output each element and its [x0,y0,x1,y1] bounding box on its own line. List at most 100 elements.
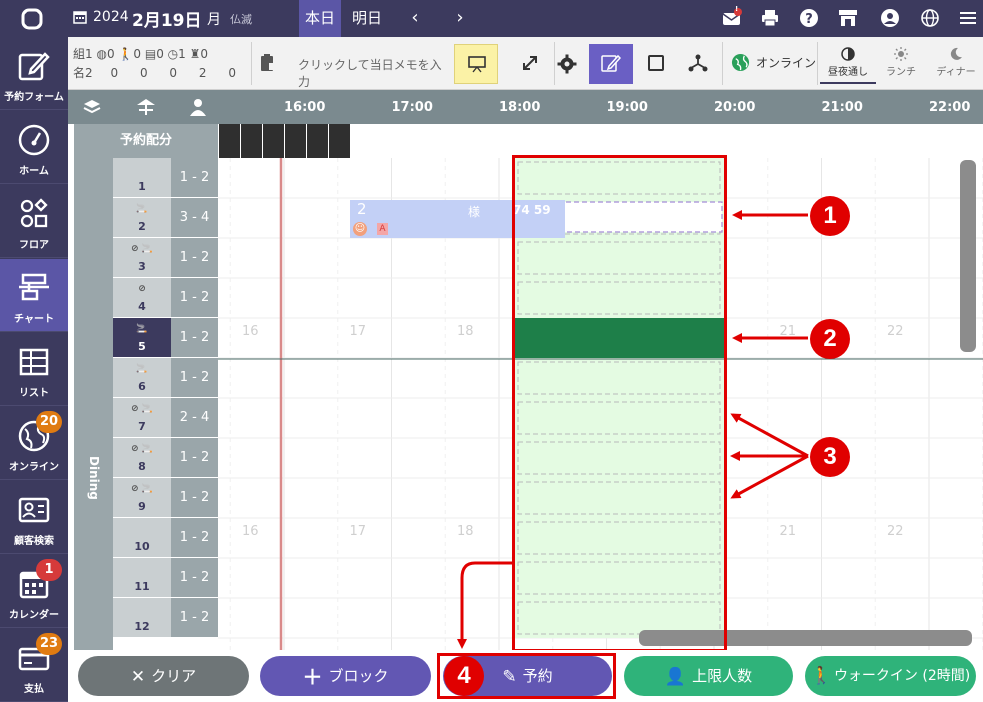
edit-icon [18,52,50,81]
merge-fork-icon [688,54,708,72]
table-column-button[interactable] [118,90,173,124]
vertical-scrollbar[interactable] [960,160,976,352]
mode-lunch[interactable]: ランチ [873,44,929,84]
selection-highlight-frame [512,155,727,652]
person-icon [190,99,206,116]
table-name-cell[interactable]: 12 [113,598,171,638]
section-label: Dining [87,456,101,500]
next-day-chevron-icon[interactable]: › [452,9,468,27]
close-x-icon: ✕ [130,666,146,687]
person-column-button[interactable] [173,90,223,124]
gauge-icon [18,124,50,156]
date-weekday: 月 [207,12,221,28]
sidebar-item-list[interactable]: リスト [0,333,68,406]
table-name-cell[interactable]: 11 [113,558,171,598]
hour-label: 19:00 [606,100,648,115]
allocation-slot-closed[interactable] [241,124,262,158]
table-number: 9 [138,500,146,513]
block-button[interactable]: ＋ ブロック [260,656,431,696]
user-account-icon[interactable] [880,8,900,28]
date-rokuyo: 仏滅 [230,13,252,26]
help-icon[interactable]: ? [799,8,819,28]
store-icon[interactable] [838,8,858,28]
customer-card-icon [18,497,50,523]
chart-bars-icon [19,273,49,301]
layers-icon [83,100,101,114]
layers-column-button[interactable] [68,90,118,124]
sidebar-item-label: リスト [19,388,49,399]
gear-icon [557,54,577,74]
allocation-slot-closed[interactable] [285,124,306,158]
sidebar-item-chart[interactable]: チャート [0,259,68,332]
table-name-cell[interactable]: ⊘ 4 [113,278,171,318]
date-year[interactable]: 2024 [93,9,129,25]
allocation-row: 予約配分 [68,124,983,158]
clear-label: クリア [151,667,197,685]
clear-button[interactable]: ✕ クリア [78,656,249,696]
app-logo-icon[interactable] [18,5,46,33]
allocation-slot-closed[interactable] [219,124,240,158]
expand-arrows-icon [523,56,537,70]
table-capacity: 1 - 2 [171,438,218,478]
capacity-limit-button[interactable]: 👤 上限人数 [624,656,793,696]
table-name-cell[interactable]: 🚬 6 [113,358,171,398]
table-attribute-icons: 🚬 [136,324,148,334]
settings-button[interactable] [544,44,588,84]
table-attribute-icons: ⊘ 🚬 [131,404,153,414]
walkin-button[interactable]: 🚶 ウォークイン (2時間) [805,656,976,696]
sidebar-item-home[interactable]: ホーム [0,111,68,184]
allocation-slot-closed[interactable] [307,124,328,158]
memo-placeholder: クリックして当日メモを入力 [298,58,442,89]
sidebar-item-calendar[interactable]: カレンダー 1 [0,555,68,628]
date-month-day[interactable]: 2月19日 [132,6,202,31]
plus-icon: ＋ [302,664,323,689]
table-name-cell[interactable]: 🚬 5 [113,318,171,358]
sidebar-item-label: 顧客検索 [14,536,54,547]
sidebar-item-online[interactable]: オンライン 20 [0,407,68,480]
tab-tomorrow[interactable]: 明日 [346,0,388,37]
table-name-cell[interactable]: 10 [113,518,171,558]
sidebar-item-payment[interactable]: 支払 23 [0,629,68,702]
allocation-slot-closed[interactable] [329,124,350,158]
table-name-cell[interactable]: 🚬 2 [113,198,171,238]
faint-hour-label: 21 [780,524,797,539]
edit-mode-button[interactable] [589,44,633,84]
table-capacity: 3 - 4 [171,198,218,238]
presentation-view-button[interactable] [454,44,498,84]
table-name-cell[interactable]: ⊘ 🚬 9 [113,478,171,518]
online-toggle[interactable]: オンライン [756,54,816,71]
mail-icon[interactable] [722,8,742,28]
merge-tables-button[interactable] [676,44,720,84]
table-name-cell[interactable]: ⊘ 🚬 8 [113,438,171,478]
sidebar-item-reservation-form[interactable]: 予約フォーム [0,37,68,110]
reservation-guest-name: 様 [468,205,481,219]
table-name-cell[interactable]: 1 [113,158,171,198]
callout-4: 4 [444,656,484,696]
edit-pencil-icon [601,54,621,72]
block-label: ブロック [328,667,389,685]
hamburger-menu-icon[interactable] [958,8,978,28]
sidebar-item-customer-search[interactable]: 顧客検索 [0,481,68,554]
allocation-slot-closed[interactable] [263,124,284,158]
language-globe-icon[interactable] [920,8,940,28]
sidebar-item-floor[interactable]: フロア [0,185,68,258]
smiley-face-icon: ☺ [353,222,367,236]
printer-icon[interactable] [760,8,780,28]
tab-today[interactable]: 本日 [299,0,342,37]
hour-label: 20:00 [714,100,756,115]
stat-seated-people: 0 [228,66,236,80]
prev-day-chevron-icon[interactable]: ‹ [407,9,423,27]
daily-memo-input[interactable]: クリックして当日メモを入力 [254,44,451,89]
table-name-cell[interactable]: ⊘ 🚬 3 [113,238,171,278]
table-capacity: 1 - 2 [171,558,218,598]
select-box-button[interactable] [634,44,678,84]
mode-all-day[interactable]: 昼夜通し [820,44,876,84]
stat-online-people: 0 [110,66,119,80]
presentation-board-icon [468,56,486,73]
table-name-cell[interactable]: ⊘ 🚬 7 [113,398,171,438]
table-capacity: 2 - 4 [171,398,218,438]
mode-dinner[interactable]: ディナー [928,44,983,84]
toolbar: 組1 ◍0 🚶0 ▤0 ◷1 ♜0 名2 0 0 0 2 0 クリックして当日メ… [68,37,983,90]
clipboard-stat-icon: ▤ [144,47,157,61]
sidebar-item-label: 予約フォーム [4,92,64,103]
